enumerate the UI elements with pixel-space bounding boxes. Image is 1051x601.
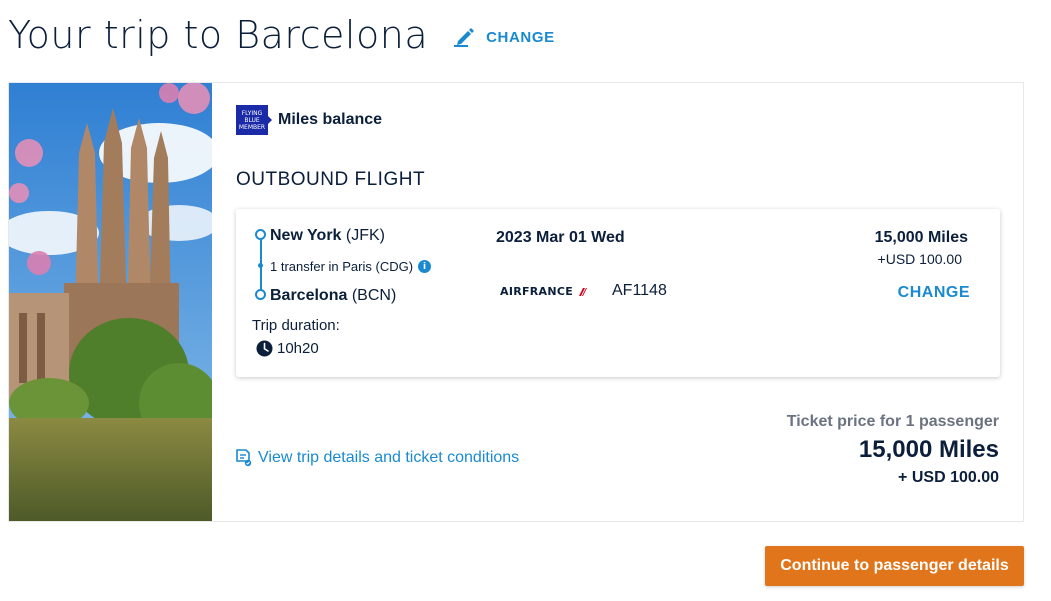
barcelona-hero-image — [9, 83, 212, 521]
trip-duration-value: 10h20 — [277, 340, 319, 357]
miles-balance-row[interactable]: FLYING BLUE MEMBER Miles balance — [236, 105, 382, 135]
outbound-flight-card: New York (JFK) 1 transfer in Paris (CDG)… — [236, 209, 1000, 377]
airline-stripe-icon — [579, 287, 588, 296]
clock-icon — [256, 340, 273, 357]
flying-blue-logo: FLYING BLUE MEMBER — [236, 105, 272, 135]
flight-price-miles: 15,000 Miles — [874, 229, 968, 246]
trip-card: FLYING BLUE MEMBER Miles balance OUTBOUN… — [8, 82, 1024, 522]
flight-number: AF1148 — [612, 282, 667, 299]
miles-balance-label: Miles balance — [278, 111, 383, 128]
total-miles: 15,000 Miles — [858, 436, 999, 463]
change-flight-button[interactable]: CHANGE — [898, 284, 970, 302]
trip-duration-label: Trip duration: — [252, 317, 340, 334]
destination-city: Barcelona — [270, 287, 348, 304]
trip-details-link-label: View trip details and ticket conditions — [258, 449, 520, 466]
total-usd: + USD 100.00 — [898, 469, 999, 486]
page-header: Your trip to Barcelona CHANGE — [8, 10, 555, 60]
logo-line-1: FLYING — [241, 109, 263, 117]
change-link-label: CHANGE — [486, 28, 555, 46]
document-icon — [236, 449, 252, 467]
airline-logo: AIRFRANCE — [500, 285, 588, 298]
destination: Barcelona (BCN) — [270, 287, 396, 305]
flight-price-usd: +USD 100.00 — [877, 251, 962, 267]
transfer-text: 1 transfer in Paris (CDG) — [270, 259, 414, 274]
logo-line-2: BLUE — [244, 116, 260, 124]
airline-name: AIRFRANCE — [500, 285, 574, 298]
transfer-info: 1 transfer in Paris (CDG) i — [270, 259, 432, 274]
ticket-price-label: Ticket price for 1 passenger — [786, 413, 999, 430]
page-title: Your trip to Barcelona — [8, 13, 429, 57]
origin-code: (JFK) — [345, 227, 385, 244]
origin-city: New York — [270, 227, 342, 244]
trip-content: FLYING BLUE MEMBER Miles balance OUTBOUN… — [236, 83, 1023, 521]
change-destination-link[interactable]: CHANGE — [454, 27, 555, 47]
outbound-section-title: OUTBOUND FLIGHT — [236, 169, 426, 190]
logo-line-3: MEMBER — [238, 123, 266, 131]
trip-duration: 10h20 — [256, 340, 319, 357]
trip-details-link[interactable]: View trip details and ticket conditions — [236, 449, 519, 467]
pencil-icon — [454, 28, 475, 47]
route-timeline — [254, 229, 266, 300]
continue-to-passenger-details-button[interactable]: Continue to passenger details — [765, 546, 1024, 586]
info-icon[interactable]: i — [418, 260, 432, 273]
destination-code: (BCN) — [351, 287, 397, 304]
origin: New York (JFK) — [270, 227, 385, 245]
flight-date: 2023 Mar 01 Wed — [496, 229, 625, 246]
